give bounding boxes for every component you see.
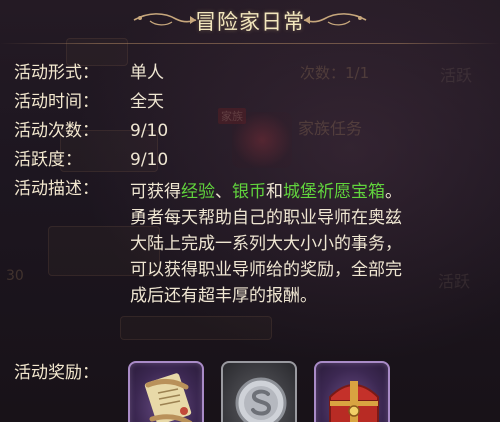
reward-chest-text: 城堡祈愿宝箱 [283, 182, 385, 202]
page-title: 冒险家日常 [195, 10, 305, 34]
description-label: 活动描述： [14, 179, 99, 199]
scroll-icon [144, 373, 193, 422]
background-label: 30 [6, 268, 24, 284]
description-prefix: 可获得 [130, 182, 181, 202]
reward-silver-text: 银币 [232, 182, 266, 202]
description-line: 可获得经验、银币和城堡祈愿宝箱。 [130, 179, 475, 205]
title-bar: 冒险家日常 [0, 0, 500, 44]
background-label: 活跃 [440, 66, 473, 85]
description-line: 可以获得职业导师给的奖励，全部完 [130, 260, 402, 280]
time-value: 全天 [130, 92, 164, 112]
count-label: 活动次数： [14, 121, 99, 141]
background-label: 家族任务 [298, 119, 363, 138]
description-line: 成后还有超丰厚的报酬。 [130, 286, 317, 306]
description-suffix: 。 [385, 182, 402, 202]
description-line: 勇者每天帮助自己的职业导师在奥兹 [130, 208, 402, 228]
activity-value: 9/10 [130, 150, 169, 170]
activity-detail-panel: 次数：1/1 活跃 家族 家族任务 30 活跃 冒险家日常 活动形式： 单人 活… [0, 0, 500, 422]
time-label: 活动时间： [14, 92, 99, 112]
treasure-chest-icon [329, 381, 379, 422]
reward-exp-text: 经验 [181, 182, 215, 202]
activity-label: 活跃度： [14, 150, 82, 170]
reward-slot-scroll[interactable] [128, 361, 204, 422]
reward-slot-silver-coin[interactable] [221, 361, 297, 422]
title-divider [0, 43, 500, 44]
count-value: 9/10 [130, 121, 169, 141]
description-separator: 和 [266, 182, 283, 202]
description-line: 大陆上完成一系列大大小小的事务， [130, 234, 402, 254]
silver-coin-icon [235, 377, 287, 422]
right-ornament-icon [303, 13, 367, 26]
background-label: 次数：1/1 [300, 64, 370, 82]
form-value: 单人 [130, 63, 164, 83]
rewards-label: 活动奖励： [14, 363, 99, 383]
reward-slot-treasure-chest[interactable] [314, 361, 390, 422]
form-label: 活动形式： [14, 63, 99, 83]
background-bar [120, 316, 272, 340]
background-chest [232, 112, 292, 168]
description-separator: 、 [215, 182, 232, 202]
description-text: 可获得经验、银币和城堡祈愿宝箱。 勇者每天帮助自己的职业导师在奥兹 大陆上完成一… [130, 179, 475, 309]
